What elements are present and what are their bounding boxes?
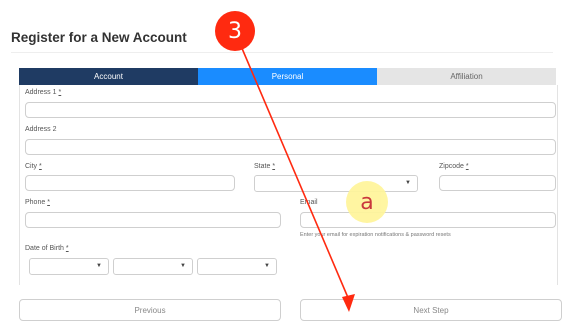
annotation-arrow [240, 45, 355, 312]
step-number-badge: 3 [215, 11, 255, 51]
marker-badge: a [346, 181, 388, 223]
